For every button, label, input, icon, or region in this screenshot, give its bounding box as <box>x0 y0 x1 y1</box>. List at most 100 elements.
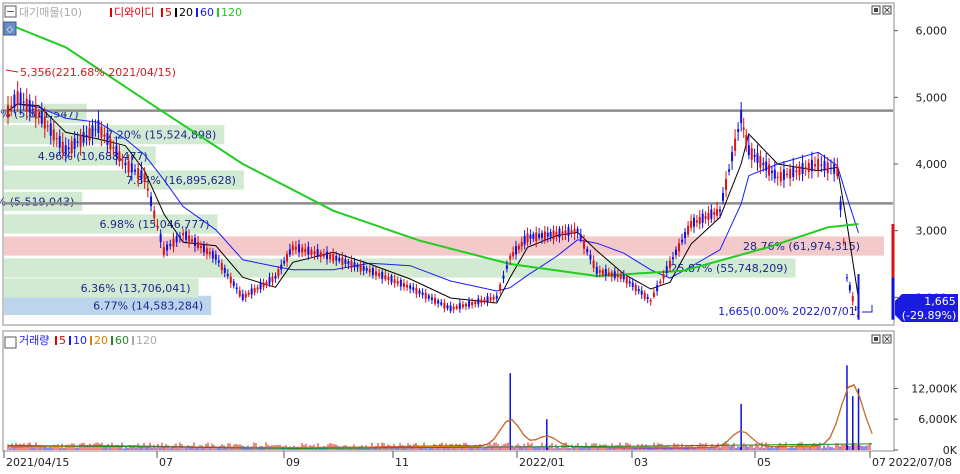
candle-body <box>22 101 25 103</box>
candle-body <box>576 228 579 233</box>
candle-body <box>365 268 368 271</box>
candle-body <box>169 244 172 246</box>
candle-body <box>649 299 652 302</box>
candle-body <box>789 169 792 179</box>
candle-body <box>112 147 115 149</box>
candle-body <box>140 170 143 180</box>
candle-body <box>801 163 804 174</box>
candle-body <box>194 237 197 247</box>
date-x-axis: 2021/04/15 07 09 11 2022/01 03 05 07 2022/07/08 <box>3 451 952 469</box>
candle-body <box>671 257 674 260</box>
candle-body <box>153 210 156 219</box>
candle-body <box>402 282 405 287</box>
candle-body <box>558 228 561 238</box>
x-tick-label: 11 <box>395 456 409 469</box>
candle-body <box>656 284 659 292</box>
candle-body <box>247 292 250 295</box>
price-legend-swatch <box>161 8 163 17</box>
price-tick-label: 5,000 <box>916 91 948 104</box>
candle-body <box>737 128 740 133</box>
candle-body <box>137 168 140 179</box>
candle-body <box>250 288 253 295</box>
candle-body <box>368 269 371 273</box>
candle-body <box>443 302 446 309</box>
candle-body <box>156 225 159 228</box>
candle-body <box>294 246 297 250</box>
candle-body <box>381 271 384 279</box>
candle-body <box>94 128 97 130</box>
candle-body <box>109 139 112 150</box>
candle-body <box>810 159 813 172</box>
stock-chart: 6.77% (14,583,284) 6.36% (13,706,041) 25.8… <box>0 0 960 470</box>
candle-body <box>823 160 826 171</box>
candle-body <box>776 176 779 178</box>
candle-body <box>406 284 409 288</box>
candle-body <box>421 292 424 296</box>
candle-body <box>440 302 443 305</box>
candle-body <box>804 167 807 170</box>
candle-body <box>842 241 845 243</box>
candle-body <box>725 179 728 190</box>
candle-body <box>601 270 604 275</box>
price-legend-item: 60 <box>200 6 214 19</box>
candle-body <box>362 265 365 271</box>
volume-menu-icon[interactable] <box>4 336 17 349</box>
x-tick-label: 2021/04/15 <box>6 456 69 469</box>
candle-body <box>238 290 241 297</box>
price-legend-swatch <box>217 8 219 17</box>
candle-body <box>313 251 316 255</box>
volume-maximize-icon-inner <box>874 337 878 341</box>
candle-body <box>205 248 208 255</box>
x-tick-label: 09 <box>286 456 300 469</box>
candle-body <box>25 98 28 112</box>
candle-body <box>610 272 613 277</box>
candle-body <box>668 260 671 269</box>
candle-body <box>722 192 725 201</box>
candle-body <box>779 172 782 182</box>
candle-body <box>745 135 748 146</box>
candle-body <box>178 235 181 238</box>
candle-body <box>28 100 31 113</box>
candle-body <box>759 156 762 168</box>
candle-body <box>166 244 169 251</box>
candle-body <box>845 277 848 279</box>
candle-body <box>301 247 304 253</box>
current-price-value: 1,665 <box>924 295 956 308</box>
candle-body <box>701 213 704 223</box>
candle-body <box>353 262 356 268</box>
candle-body <box>220 263 223 271</box>
candle-body <box>76 141 79 143</box>
candle-body <box>49 123 52 136</box>
candle-body <box>820 164 823 166</box>
candle-body <box>37 113 40 115</box>
price-tick-label: 4,000 <box>916 158 948 171</box>
candle-body <box>10 106 13 108</box>
candle-body <box>217 260 220 263</box>
candle-body <box>833 164 836 174</box>
candle-body <box>742 127 745 130</box>
candle-body <box>564 230 567 236</box>
candle-body <box>67 147 70 150</box>
candle-body <box>162 247 165 255</box>
candle-body <box>750 148 753 160</box>
candle-body <box>127 161 130 173</box>
candle-body <box>196 241 199 248</box>
candle-body <box>262 282 265 288</box>
candle-body <box>468 300 471 307</box>
candle-body <box>91 125 94 137</box>
candle-body <box>515 246 518 255</box>
candle-body <box>121 159 124 161</box>
candle-body <box>43 117 46 129</box>
candle-body <box>607 272 610 276</box>
candle-body <box>848 284 851 291</box>
candle-body <box>690 220 693 228</box>
candle-body <box>58 136 61 148</box>
candle-body <box>124 162 127 165</box>
candle-body <box>191 239 194 242</box>
candle-body <box>538 233 541 238</box>
candle-body <box>106 132 109 145</box>
candle-body <box>807 162 810 173</box>
volume-legend-swatch <box>90 336 92 345</box>
candle-body <box>713 212 716 215</box>
candle-body <box>319 251 322 258</box>
